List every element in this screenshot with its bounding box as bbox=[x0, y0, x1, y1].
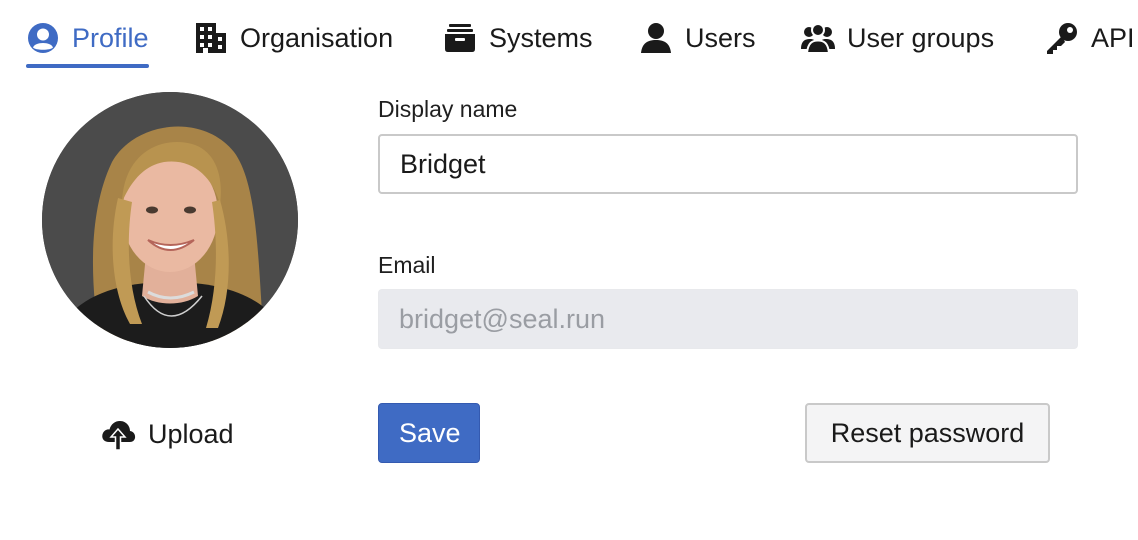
user-circle-icon bbox=[28, 23, 58, 53]
tab-api[interactable]: API bbox=[1045, 14, 1135, 64]
user-icon bbox=[641, 23, 671, 53]
key-icon bbox=[1047, 23, 1077, 54]
tab-label: Profile bbox=[72, 23, 149, 53]
tab-label: Organisation bbox=[240, 23, 394, 53]
profile-photo bbox=[42, 92, 298, 348]
tab-label: Systems bbox=[489, 23, 593, 53]
upload-label: Upload bbox=[148, 418, 234, 449]
cloud-upload-icon bbox=[102, 421, 136, 451]
upload-button[interactable]: Upload bbox=[100, 412, 234, 456]
tab-label: Users bbox=[685, 23, 756, 53]
tab-label: API bbox=[1091, 23, 1135, 53]
tab-label: User groups bbox=[847, 23, 995, 53]
archive-box-icon bbox=[445, 24, 475, 52]
display-name-label: Display name bbox=[378, 96, 518, 122]
tab-profile[interactable]: Profile bbox=[26, 14, 149, 68]
building-icon bbox=[196, 23, 226, 53]
users-icon bbox=[801, 23, 835, 54]
tab-systems[interactable]: Systems bbox=[443, 14, 593, 64]
email-label: Email bbox=[378, 252, 436, 278]
save-button[interactable]: Save bbox=[378, 403, 480, 463]
tab-user-groups[interactable]: User groups bbox=[801, 14, 994, 64]
display-name-field[interactable] bbox=[378, 134, 1078, 194]
avatar bbox=[42, 92, 298, 348]
profile-tabs: Profile Organisation Systems Users User … bbox=[0, 0, 1138, 80]
tab-users[interactable]: Users bbox=[639, 14, 756, 64]
tab-organisation[interactable]: Organisation bbox=[194, 14, 393, 64]
email-field bbox=[378, 289, 1078, 349]
reset-password-button[interactable]: Reset password bbox=[805, 403, 1050, 463]
